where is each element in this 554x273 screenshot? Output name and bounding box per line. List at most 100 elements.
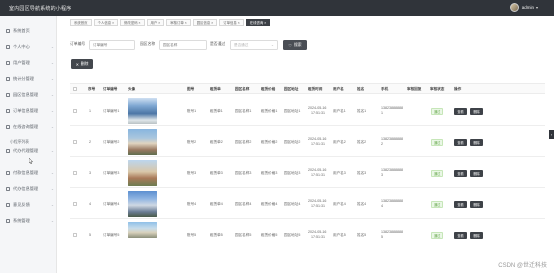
cell-park: 园区名称4 [235,202,252,206]
cell-phone-suffix: 4 [381,204,383,208]
cell-price: 租赁价格2 [261,140,278,144]
cell-num: 账号4 [187,202,197,206]
gear-icon [6,219,10,223]
search-button[interactable]: ♡ 搜索 [283,40,307,50]
sidebar-item-home[interactable]: 系统首页 [0,24,57,38]
tab-password[interactable]: 修改密码 × [120,19,145,26]
view-button[interactable]: 查看 [454,170,467,177]
sidebar-item-agency-info[interactable]: 代办信息管理 ⌄ [0,182,57,196]
cell-num: 账号1 [187,109,197,113]
tab-review-orders[interactable]: 审核订单 × [166,19,191,26]
tab-consult[interactable]: 在线咨询 × [245,19,271,26]
th-order-no[interactable]: 订单编号 [103,87,117,92]
cell-order-no: 订单编号2 [103,140,120,144]
row-checkbox[interactable] [73,140,77,144]
sidebar-item-orders[interactable]: 订单信息管理 ⌄ [0,104,57,118]
cell-order-no: 订单编号5 [103,233,120,237]
cell-phone: 13823888888 [381,137,403,141]
tab-home[interactable]: 系统首页 [70,19,92,26]
th-avatar[interactable]: 头像 [128,87,135,92]
cell-phone-suffix: 1 [381,111,383,115]
cell-price: 租赁价格5 [261,233,278,237]
sidebar-item-feedback[interactable]: 意见反馈 ⌄ [0,198,57,212]
sidebar-item-profile[interactable]: 个人中心 ⌄ [0,40,57,54]
sidebar-item-agency[interactable]: 代办代理管理 ⌄ [0,144,57,158]
cell-index: 4 [89,202,91,206]
order-no-input[interactable] [89,40,135,50]
cell-park: 园区名称2 [235,140,252,144]
approved-select-value: 是否通过 [234,43,249,47]
delete-button-label: 删除 [80,61,89,66]
table-row: 5 订单编号5 账号5 租赁单5 园区名称5 租赁价格5 园区地址5 2024-… [70,220,545,250]
view-button[interactable]: 查看 [454,139,467,146]
sidebar: 系统首页 个人中心 ⌄ 用户管理 ⌄ 统计分管理 ⌄ 园区信息管理 ⌄ 订单信息… [0,16,57,273]
search-icon: ♡ [288,42,292,48]
view-button[interactable]: 查看 [454,201,467,208]
th-status[interactable]: 审核状态 [430,87,444,92]
th-num[interactable]: 图号 [187,87,194,92]
status-badge: 通过 [431,170,444,177]
cell-name: 姓名3 [357,171,367,175]
tab-profile[interactable]: 个人信息 × [93,19,119,26]
view-button[interactable]: 查看 [454,108,467,115]
th-index[interactable]: 序号 [88,87,95,92]
row-checkbox[interactable] [73,202,77,206]
th-park[interactable]: 园区名称 [235,87,249,92]
sidebar-item-park[interactable]: 园区信息管理 ⌄ [0,88,57,102]
home-icon [6,29,10,33]
th-address[interactable]: 园区地址 [284,87,298,92]
feedback-icon [6,203,10,207]
cell-name: 姓名4 [357,202,367,206]
th-name[interactable]: 姓名 [357,87,364,92]
th-rent[interactable]: 租赁单 [210,87,221,92]
sidebar-item-users[interactable]: 用户管理 ⌄ [0,56,57,70]
cell-price: 租赁价格3 [261,171,278,175]
watermark: CSDN @世迁科技 [498,263,547,269]
row-delete-button[interactable]: 删除 [470,170,483,177]
sidebar-item-payment[interactable]: 付款信息管理 ⌄ [0,166,57,180]
sidebar-item-stats[interactable]: 统计分管理 ⌄ [0,72,57,86]
chevron-down-icon: ⌄ [50,171,54,175]
user-name[interactable]: admin [522,5,534,10]
user-menu[interactable]: admin ▾ [509,3,538,12]
avatar[interactable] [509,3,519,12]
chevron-down-icon[interactable]: ▾ [536,5,538,10]
delete-button[interactable]: ✕ 删除 [71,59,93,69]
sidebar-item-system[interactable]: 系统管理 ⌄ [0,214,57,228]
row-delete-button[interactable]: 删除 [470,201,483,208]
row-delete-button[interactable]: 删除 [470,108,483,115]
document-icon [6,187,10,191]
row-checkbox[interactable] [73,233,77,237]
th-time[interactable]: 租赁时间 [308,87,322,92]
cell-num: 账号2 [187,140,197,144]
sidebar-item-label: 在线咨询管理 [13,124,39,129]
cell-rent: 租赁单5 [210,233,223,237]
row-checkbox[interactable] [73,109,77,113]
panel-toggle-button[interactable]: › [549,130,554,139]
row-checkbox[interactable] [73,171,77,175]
row-delete-button[interactable]: 删除 [470,232,483,239]
sidebar-item-consult[interactable]: 在线咨询管理 ⌄ [0,120,57,134]
table-header: 序号 订单编号 头像 图号 租赁单 园区名称 租赁价格 园区地址 租赁时间 用户… [70,83,545,94]
row-delete-button[interactable]: 删除 [470,139,483,146]
tab-users[interactable]: 用户 × [146,19,165,26]
cell-time: 17:51:31 [311,111,325,115]
sidebar-item-label: 订单信息管理 [13,108,39,113]
tab-park-info[interactable]: 园区信息 × [192,19,218,26]
cell-user: 用户名3 [333,171,346,175]
chevron-down-icon: ⌄ [50,45,54,49]
th-user[interactable]: 用户名 [333,87,344,92]
select-all-checkbox[interactable] [73,87,77,91]
th-price[interactable]: 租赁价格 [261,87,275,92]
view-button[interactable]: 查看 [454,232,467,239]
tab-order-info[interactable]: 订单信息 × [219,19,244,26]
sidebar-item-label: 统计分管理 [13,76,34,81]
approved-select[interactable]: 是否通过 ⌄ [230,40,278,50]
park-name-input[interactable] [159,40,207,50]
th-phone[interactable]: 手机 [381,87,388,92]
cell-num: 账号3 [187,171,197,175]
cell-park: 园区名称1 [235,109,252,113]
th-reply[interactable]: 审核回复 [407,87,421,92]
cell-num: 账号5 [187,233,197,237]
order-no-label: 订单编号 [70,42,86,46]
